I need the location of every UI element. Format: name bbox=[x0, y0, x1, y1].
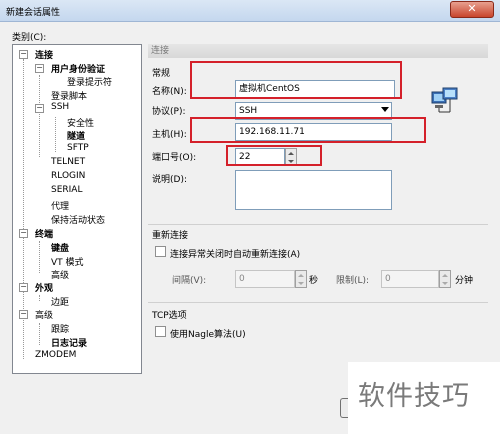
tree-connector bbox=[39, 323, 40, 345]
tree-item-terminal-advanced[interactable]: 高级 bbox=[51, 268, 69, 281]
tree-item-login-prompt[interactable]: 登录提示符 bbox=[67, 75, 112, 88]
close-button[interactable]: ✕ bbox=[450, 1, 494, 18]
protocol-label: 协议(P): bbox=[152, 107, 186, 117]
title-bar: 新建会话属性 ✕ bbox=[0, 0, 500, 22]
tree-item-zmodem[interactable]: ZMODEM bbox=[35, 350, 76, 360]
auto-reconnect-checkbox[interactable] bbox=[155, 246, 166, 257]
tree-item-trace[interactable]: 跟踪 bbox=[51, 322, 69, 335]
highlight-port bbox=[226, 145, 322, 166]
tree-item-advanced[interactable]: 高级 bbox=[35, 308, 53, 321]
tree-connector bbox=[39, 241, 40, 273]
tree-item-security[interactable]: 安全性 bbox=[67, 116, 94, 129]
arrow-up-icon bbox=[442, 274, 448, 277]
category-tree[interactable]: − 连接 − 用户身份验证 登录提示符 登录脚本 − SSH 安全性 隧道 SF… bbox=[12, 44, 142, 374]
auto-reconnect-label: 连接异常关闭时自动重新连接(A) bbox=[170, 250, 301, 260]
collapse-icon[interactable]: − bbox=[35, 64, 44, 73]
tree-item-connection[interactable]: 连接 bbox=[35, 48, 53, 61]
seconds-unit: 秒 bbox=[309, 276, 319, 286]
interval-stepper[interactable] bbox=[295, 270, 307, 288]
tree-item-login-script[interactable]: 登录脚本 bbox=[51, 89, 87, 102]
host-label: 主机(H): bbox=[152, 130, 187, 140]
close-icon: ✕ bbox=[467, 2, 477, 15]
reconnect-group-title: 重新连接 bbox=[152, 231, 189, 241]
tree-item-keyboard[interactable]: 键盘 bbox=[51, 241, 69, 254]
panel-header: 连接 bbox=[148, 44, 488, 58]
separator bbox=[148, 302, 488, 303]
limit-input[interactable]: 0 bbox=[381, 270, 439, 288]
limit-label: 限制(L): bbox=[336, 276, 370, 286]
description-label: 说明(D): bbox=[152, 175, 187, 185]
interval-input[interactable]: 0 bbox=[235, 270, 295, 288]
network-icon bbox=[431, 87, 458, 113]
arrow-down-icon bbox=[298, 282, 304, 285]
tree-item-tunnel[interactable]: 隧道 bbox=[67, 129, 85, 142]
tree-item-vt-mode[interactable]: VT 模式 bbox=[51, 255, 84, 268]
tree-item-auth[interactable]: 用户身份验证 bbox=[51, 62, 105, 75]
protocol-value: SSH bbox=[239, 106, 258, 116]
tree-item-logging[interactable]: 日志记录 bbox=[51, 336, 87, 349]
minutes-unit: 分钟 bbox=[455, 276, 474, 286]
tree-item-margin[interactable]: 边距 bbox=[51, 295, 69, 308]
tree-item-sftp[interactable]: SFTP bbox=[67, 143, 89, 153]
tree-item-rlogin[interactable]: RLOGIN bbox=[51, 171, 85, 181]
limit-stepper[interactable] bbox=[439, 270, 451, 288]
watermark: 软件技巧 bbox=[358, 381, 470, 412]
window-title: 新建会话属性 bbox=[6, 8, 61, 18]
tree-item-proxy[interactable]: 代理 bbox=[51, 199, 69, 212]
nagle-label: 使用Nagle算法(U) bbox=[170, 330, 246, 340]
tree-item-appearance[interactable]: 外观 bbox=[35, 281, 53, 294]
port-label: 端口号(O): bbox=[152, 153, 197, 163]
tree-connector bbox=[39, 75, 40, 157]
category-label: 类别(C): bbox=[12, 33, 47, 43]
nagle-checkbox[interactable] bbox=[155, 326, 166, 337]
interval-label: 间隔(V): bbox=[172, 276, 207, 286]
tree-item-terminal[interactable]: 终端 bbox=[35, 227, 53, 240]
collapse-icon[interactable]: − bbox=[19, 229, 28, 238]
arrow-down-icon bbox=[442, 282, 448, 285]
name-label: 名称(N): bbox=[152, 87, 187, 97]
general-group-title: 常规 bbox=[152, 69, 171, 79]
tree-item-ssh[interactable]: SSH bbox=[51, 102, 69, 112]
collapse-icon[interactable]: − bbox=[19, 283, 28, 292]
separator bbox=[148, 224, 488, 225]
highlight-host bbox=[190, 117, 426, 143]
highlight-name bbox=[190, 61, 402, 99]
tree-item-serial[interactable]: SERIAL bbox=[51, 185, 82, 195]
tree-connector bbox=[55, 117, 56, 152]
chevron-down-icon bbox=[381, 107, 389, 112]
collapse-icon[interactable]: − bbox=[35, 104, 44, 113]
tree-connector bbox=[39, 295, 40, 301]
arrow-up-icon bbox=[298, 274, 304, 277]
tree-item-telnet[interactable]: TELNET bbox=[51, 157, 85, 167]
tcp-group-title: TCP选项 bbox=[152, 311, 187, 321]
description-textarea[interactable] bbox=[235, 170, 392, 210]
collapse-icon[interactable]: − bbox=[19, 310, 28, 319]
collapse-icon[interactable]: − bbox=[19, 50, 28, 59]
tree-item-keepalive[interactable]: 保持活动状态 bbox=[51, 213, 105, 226]
